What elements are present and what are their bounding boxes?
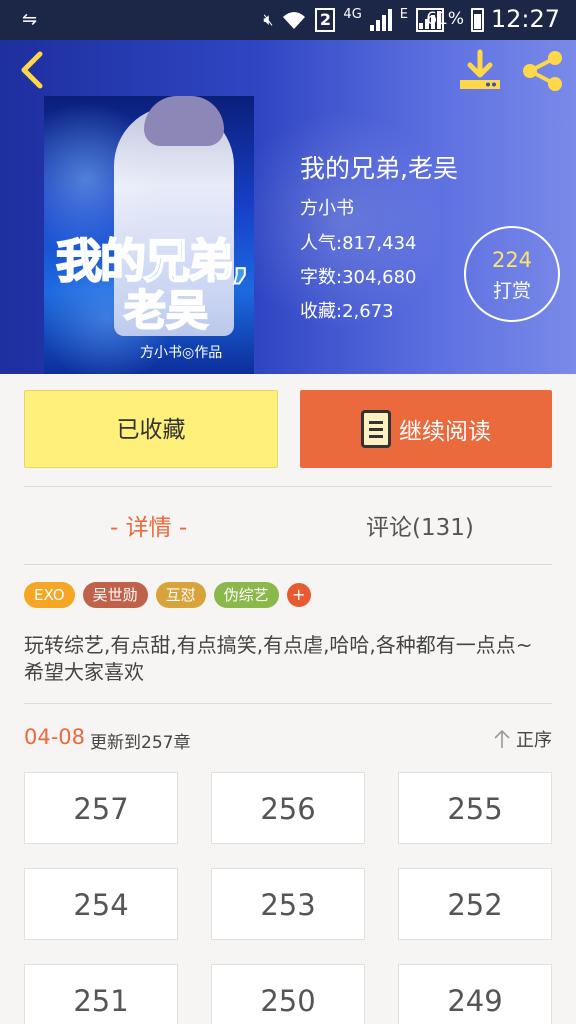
chapter-button[interactable]: 252	[398, 868, 552, 940]
download-button[interactable]	[456, 46, 504, 94]
tag-weizongyi[interactable]: 伪综艺	[213, 582, 279, 608]
tab-comments[interactable]: 评论(131)	[366, 508, 474, 542]
chapter-button[interactable]: 251	[24, 964, 178, 1024]
favorited-button[interactable]: 已收藏	[24, 390, 278, 468]
cover-title-line2: 老吴	[123, 286, 209, 335]
tag-exo[interactable]: EXO	[24, 582, 75, 608]
book-title: 我的兄弟,老吴	[300, 154, 458, 183]
tip-label: 打赏	[492, 280, 531, 302]
book-header: 我的兄弟, 老吴 方小书◎作品 我的兄弟,老吴 方小书 人气:817,434 字…	[0, 40, 576, 374]
status-bar: ⇋ 🔇︎ 2 4G E 61% 12:27	[0, 0, 576, 40]
word-count-stat: 字数:304,680	[300, 267, 417, 288]
arrow-up-icon	[494, 729, 510, 748]
tab-detail[interactable]: - 详情 -	[110, 508, 187, 542]
tag-wushixun[interactable]: 吴世勋	[82, 582, 148, 608]
chapter-button[interactable]: 249	[398, 964, 552, 1024]
share-button[interactable]	[518, 46, 568, 96]
tag-hudui[interactable]: 互怼	[155, 582, 206, 608]
chapter-grid: 257 256 255 254 253 252 251 250 249	[24, 772, 552, 1024]
sort-label: 正序	[516, 730, 552, 751]
cover-hair	[144, 96, 224, 146]
download-icon	[460, 49, 500, 89]
battery-icon	[471, 8, 484, 32]
chevron-left-icon	[21, 51, 43, 89]
sim-slot-badge: 2	[315, 8, 336, 32]
battery-percent: 61%	[426, 9, 464, 29]
update-text: 更新到257章	[90, 733, 191, 753]
update-date: 04-08	[24, 725, 86, 749]
tip-count: 224	[491, 248, 533, 272]
favorites-stat: 收藏:2,673	[300, 301, 394, 322]
data-indicator: E	[399, 6, 408, 22]
wifi-icon	[283, 12, 306, 29]
data-sync-icon: ⇋	[22, 9, 38, 30]
cover-title-line1: 我的兄弟,	[55, 234, 250, 288]
chapter-button[interactable]: 255	[398, 772, 552, 844]
tip-button[interactable]: 224 打赏	[464, 226, 560, 322]
popularity-stat: 人气:817,434	[300, 233, 417, 254]
back-button[interactable]	[12, 48, 52, 92]
book-author[interactable]: 方小书	[300, 194, 354, 220]
book-cover[interactable]: 我的兄弟, 老吴 方小书◎作品	[44, 96, 254, 374]
chapter-button[interactable]: 253	[211, 868, 365, 940]
status-icons: 🔇︎ 2 4G E	[263, 6, 444, 34]
add-tag-button[interactable]: +	[286, 583, 311, 607]
continue-reading-button[interactable]: 继续阅读	[300, 390, 552, 468]
tag-list: EXO 吴世勋 互怼 伪综艺 +	[24, 582, 311, 608]
divider	[24, 564, 552, 565]
network-type: 4G	[343, 6, 362, 22]
chapter-button[interactable]: 250	[211, 964, 365, 1024]
divider	[24, 486, 552, 487]
sort-toggle[interactable]: 正序	[492, 726, 552, 752]
chapter-button[interactable]: 257	[24, 772, 178, 844]
mute-icon: 🔇︎	[263, 10, 274, 29]
continue-reading-label: 继续阅读	[399, 419, 491, 445]
chapter-button[interactable]: 256	[211, 772, 365, 844]
book-icon	[361, 410, 391, 448]
divider	[24, 703, 552, 704]
book-description: 玩转综艺,有点甜,有点搞笑,有点虐,哈哈,各种都有一点点~希望大家喜欢	[24, 633, 533, 684]
cover-author: 方小书◎作品	[140, 345, 223, 361]
share-icon	[523, 51, 562, 91]
signal-icon	[369, 9, 392, 31]
chapter-button[interactable]: 254	[24, 868, 178, 940]
clock: 12:27	[490, 5, 560, 33]
